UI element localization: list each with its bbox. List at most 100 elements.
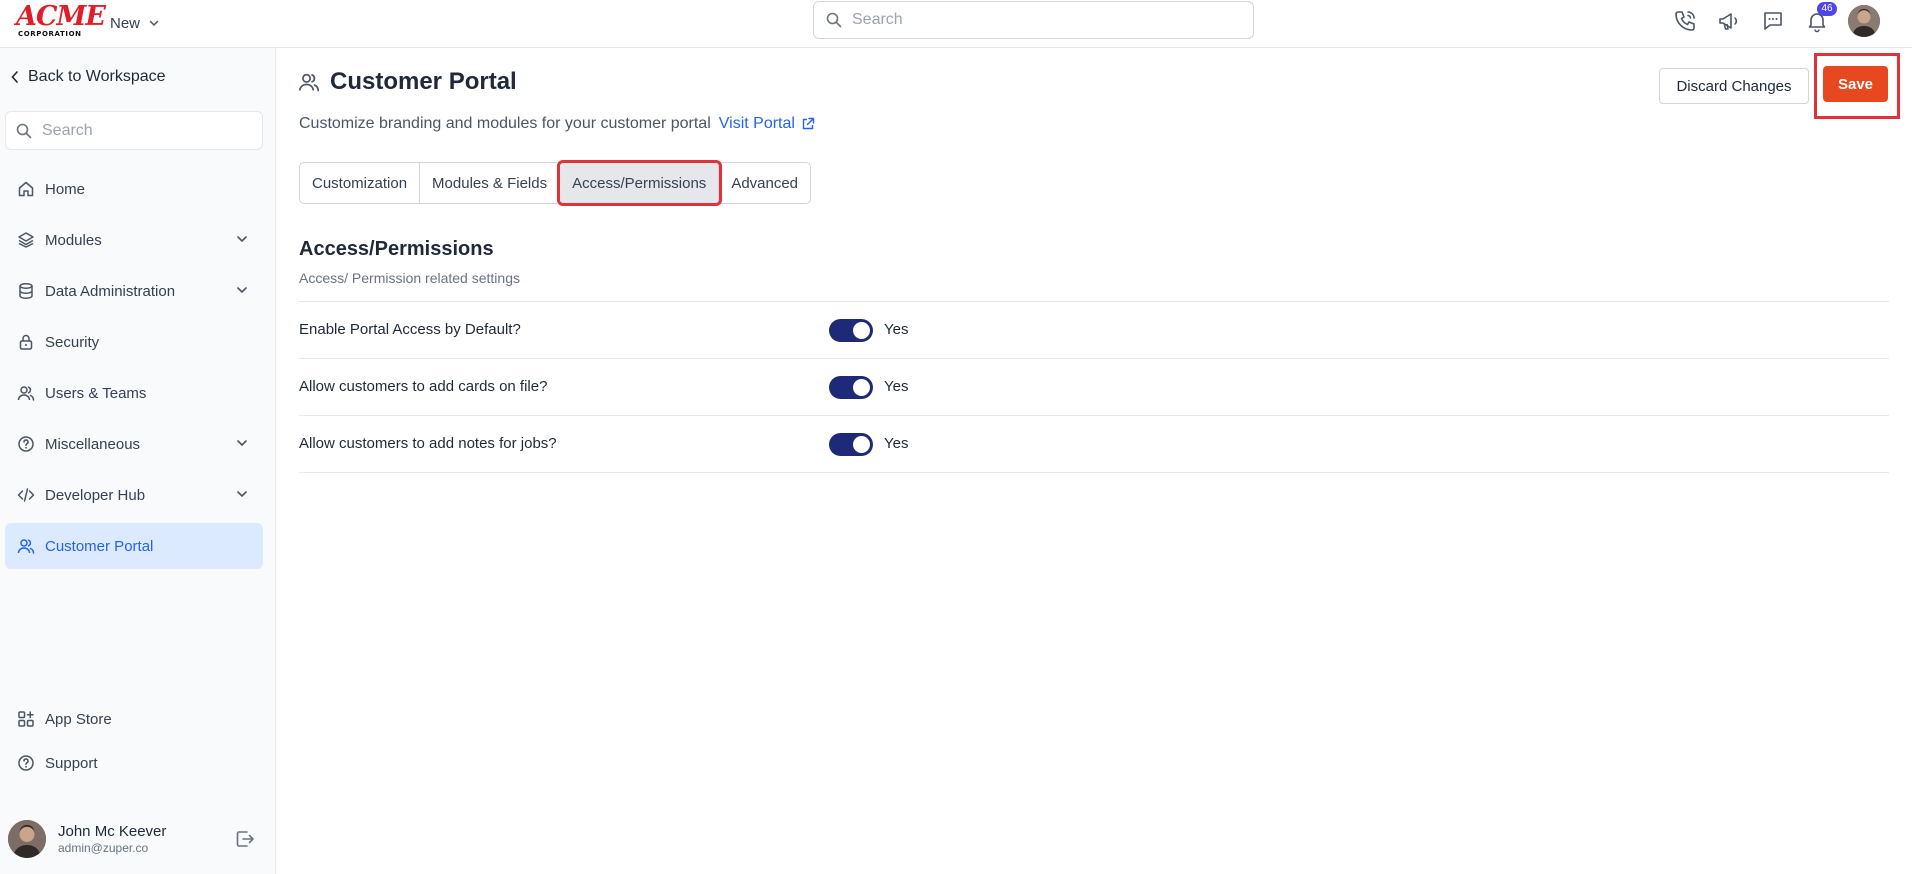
top-bar: ACME CORPORATION New 46 <box>0 0 1912 48</box>
phone-icon[interactable] <box>1672 8 1698 34</box>
notification-badge: 46 <box>1817 2 1837 16</box>
tab-advanced[interactable]: Advanced <box>719 163 810 203</box>
chevron-left-icon <box>10 70 20 84</box>
sidebar-item-label: App Store <box>45 710 112 728</box>
back-label: Back to Workspace <box>28 68 166 85</box>
section-subtitle: Access/ Permission related settings <box>299 270 520 286</box>
chevron-down-icon <box>235 232 249 246</box>
discard-changes-button[interactable]: Discard Changes <box>1659 68 1809 104</box>
lock-icon <box>17 333 35 351</box>
sidebar-item-label: Home <box>45 180 86 198</box>
page-subtitle: Customize branding and modules for your … <box>299 115 711 132</box>
sidebar-item-label: Developer Hub <box>45 486 146 504</box>
new-label: New <box>110 14 141 32</box>
setting-row: Allow customers to add cards on file? Ye… <box>299 359 1889 416</box>
tab-access-permissions[interactable]: Access/Permissions <box>557 160 723 206</box>
chevron-down-icon <box>235 487 249 501</box>
user-info: John Mc Keever admin@zuper.co <box>58 823 166 856</box>
sidebar-item-label: Modules <box>45 231 102 249</box>
save-button[interactable]: Save <box>1823 66 1888 102</box>
chevron-down-icon <box>235 436 249 450</box>
sidebar-item-app-store[interactable]: App Store <box>5 700 263 738</box>
setting-row: Allow customers to add notes for jobs? Y… <box>299 416 1889 473</box>
visit-portal-link[interactable]: Visit Portal <box>719 115 815 133</box>
layers-icon <box>17 231 35 249</box>
settings-list: Enable Portal Access by Default? Yes All… <box>299 301 1889 473</box>
avatar[interactable] <box>1848 5 1880 37</box>
sidebar-nav: Home Modules Data Administration Securit… <box>5 166 263 574</box>
tab-bar: Customization Modules & Fields Access/Pe… <box>299 160 812 206</box>
sidebar-item-label: Users & Teams <box>45 384 147 402</box>
bell-icon[interactable]: 46 <box>1804 2 1837 34</box>
users-icon <box>298 71 320 93</box>
toggle-knob <box>853 379 870 396</box>
setting-row: Enable Portal Access by Default? Yes <box>299 302 1889 359</box>
chat-icon[interactable] <box>1760 8 1786 34</box>
cards-on-file-toggle[interactable] <box>829 376 873 399</box>
main-content: Customer Portal Customize branding and m… <box>276 48 1912 874</box>
megaphone-icon[interactable] <box>1716 8 1742 34</box>
portal-access-toggle[interactable] <box>829 319 873 342</box>
code-icon <box>17 486 35 504</box>
sidebar-item-label: Miscellaneous <box>45 435 141 453</box>
help-circle-icon <box>17 754 35 772</box>
setting-label: Allow customers to add cards on file? <box>299 378 548 395</box>
database-icon <box>17 282 35 300</box>
sidebar-item-support[interactable]: Support <box>5 744 263 782</box>
logout-icon[interactable] <box>234 828 256 850</box>
sidebar-search-input[interactable] <box>42 121 242 140</box>
sidebar-item-security[interactable]: Security <box>5 319 263 365</box>
sidebar-item-label: Customer Portal <box>45 537 154 555</box>
page-header: Customer Portal <box>298 68 517 96</box>
sidebar-item-miscellaneous[interactable]: Miscellaneous <box>5 421 263 467</box>
back-to-workspace-link[interactable]: Back to Workspace <box>10 68 166 86</box>
save-highlight: Save <box>1814 53 1900 119</box>
sidebar-item-data-administration[interactable]: Data Administration <box>5 268 263 314</box>
section-title: Access/Permissions <box>299 238 494 260</box>
sidebar-item-modules[interactable]: Modules <box>5 217 263 263</box>
sidebar-search[interactable] <box>5 111 263 150</box>
global-search[interactable] <box>813 1 1254 39</box>
sidebar-item-customer-portal[interactable]: Customer Portal <box>5 523 263 569</box>
setting-label: Enable Portal Access by Default? <box>299 321 521 338</box>
tab-modules-fields[interactable]: Modules & Fields <box>420 163 561 203</box>
help-circle-icon <box>17 435 35 453</box>
setting-label: Allow customers to add notes for jobs? <box>299 435 557 452</box>
global-search-input[interactable] <box>852 11 1232 29</box>
page-subtitle-row: Customize branding and modules for your … <box>299 115 815 133</box>
toggle-value: Yes <box>884 321 909 338</box>
sidebar-bottom-nav: App Store Support <box>5 700 263 788</box>
company-logo[interactable]: ACME CORPORATION <box>16 1 106 38</box>
chevron-down-icon <box>148 17 160 29</box>
toggle-knob <box>853 436 870 453</box>
user-email: admin@zuper.co <box>58 840 149 855</box>
chevron-down-icon <box>235 283 249 297</box>
users-icon <box>17 537 35 555</box>
search-icon <box>826 12 842 28</box>
sidebar-item-label: Security <box>45 333 100 351</box>
new-menu-button[interactable]: New <box>110 10 160 36</box>
avatar <box>8 820 46 858</box>
job-notes-toggle[interactable] <box>829 433 873 456</box>
home-icon <box>17 180 35 198</box>
search-icon <box>16 123 32 139</box>
sidebar-item-home[interactable]: Home <box>5 166 263 212</box>
users-icon <box>17 384 35 402</box>
external-link-icon <box>801 117 815 131</box>
visit-portal-label: Visit Portal <box>718 115 795 132</box>
sidebar-item-developer-hub[interactable]: Developer Hub <box>5 472 263 518</box>
toggle-value: Yes <box>884 435 909 452</box>
sidebar-item-label: Data Administration <box>45 282 176 300</box>
sidebar-item-users-teams[interactable]: Users & Teams <box>5 370 263 416</box>
logo-subtext: CORPORATION <box>18 30 82 38</box>
toggle-value: Yes <box>884 378 909 395</box>
apps-icon <box>17 710 35 728</box>
user-profile[interactable]: John Mc Keever admin@zuper.co <box>8 818 266 860</box>
sidebar-item-label: Support <box>45 754 98 772</box>
toggle-knob <box>853 322 870 339</box>
user-name: John Mc Keever <box>58 822 167 840</box>
logo-text: ACME <box>16 1 106 32</box>
tab-customization[interactable]: Customization <box>300 163 421 203</box>
sidebar: Back to Workspace Home Modules Data Admi… <box>0 48 276 874</box>
top-actions: 46 <box>1672 2 1880 37</box>
